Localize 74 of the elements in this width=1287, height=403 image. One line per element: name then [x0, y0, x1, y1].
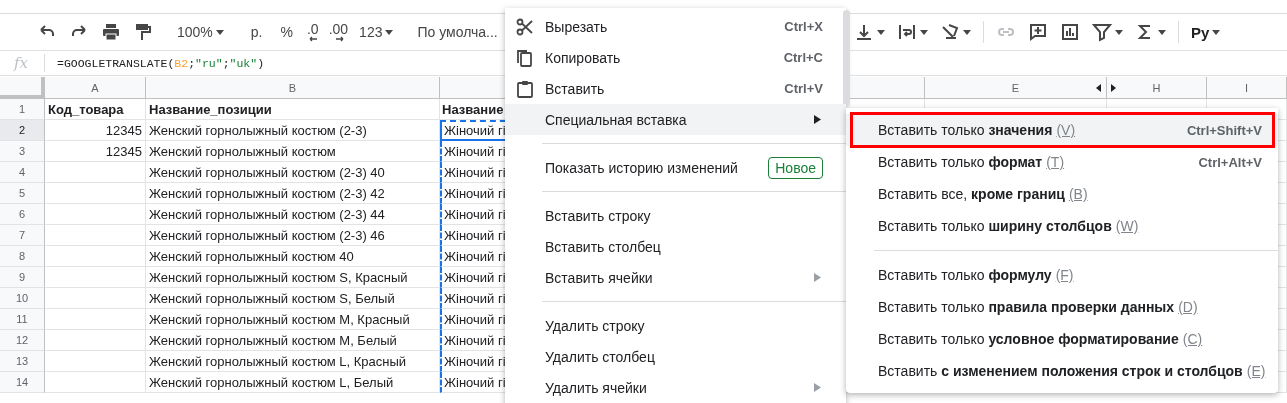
- number-format-dropdown[interactable]: 123: [355, 19, 398, 45]
- dropdown-caret-icon: [1158, 29, 1166, 35]
- table-cell: 12345: [45, 120, 146, 141]
- scrollbar-thumb[interactable]: [843, 10, 850, 106]
- menu-item[interactable]: Вырезать Ctrl+X: [505, 11, 846, 42]
- decrease-decimals-button[interactable]: .0: [303, 19, 322, 45]
- scissors-icon: [516, 18, 534, 36]
- input-tools-dropdown[interactable]: Ру: [1187, 19, 1225, 45]
- align-bottom-icon: [854, 22, 874, 42]
- table-cell: Женский горнолыжный костюм S, Белый: [146, 288, 440, 309]
- column-header[interactable]: A: [45, 77, 146, 99]
- table-cell: Женский горнолыжный костюм (2-3): [146, 120, 440, 141]
- table-cell: Женский горнолыжный костюм M, Красный: [146, 309, 440, 330]
- row-header[interactable]: 1: [0, 99, 45, 120]
- table-cell: 12345: [45, 141, 146, 162]
- dropdown-caret-icon: [963, 29, 971, 35]
- dropdown-caret-icon: [920, 29, 928, 35]
- arrow-icon: [334, 35, 344, 42]
- column-header[interactable]: E: [925, 77, 1107, 99]
- dropdown-caret-icon: [1212, 29, 1221, 35]
- row-header[interactable]: 5: [0, 183, 45, 204]
- add-comment-icon: [1028, 22, 1048, 42]
- dropdown-caret-icon: [215, 29, 224, 35]
- right-arrow-icon: [1111, 84, 1116, 92]
- table-cell: Женский горнолыжный костюм (2-3) 46: [146, 225, 440, 246]
- row-header[interactable]: 4: [0, 162, 45, 183]
- text-wrap-icon: [897, 22, 917, 42]
- new-badge: Новое: [768, 156, 823, 179]
- table-cell: Женский горнолыжный костюм L, Белый: [146, 372, 440, 393]
- table-cell: Женский горнолыжный костюм: [146, 141, 440, 162]
- menu-item[interactable]: Специальная вставка: [505, 104, 846, 135]
- dropdown-caret-icon: [385, 29, 394, 35]
- menu-item[interactable]: Вставить только значения (V) Ctrl+Shift+V: [846, 114, 1278, 146]
- column-header[interactable]: I: [1207, 77, 1287, 99]
- chart-icon: [1060, 22, 1080, 42]
- row-header[interactable]: 8: [0, 246, 45, 267]
- print-icon: [101, 22, 121, 42]
- row-header[interactable]: 14: [0, 372, 45, 393]
- table-cell: Женский горнолыжный костюм (2-3) 44: [146, 204, 440, 225]
- formula-input[interactable]: =GOOGLETRANSLATE(B2;"ru";"uk"): [55, 56, 267, 70]
- dropdown-caret-icon: [1115, 29, 1123, 35]
- paint-roller-icon: [133, 22, 153, 42]
- menu-item[interactable]: Копировать Ctrl+C: [505, 42, 846, 73]
- table-cell: Женский горнолыжный костюм L, Красный: [146, 351, 440, 372]
- row-header[interactable]: 6: [0, 204, 45, 225]
- formula-label: fx: [14, 54, 29, 72]
- copy-icon: [516, 49, 534, 67]
- row-header[interactable]: 13: [0, 351, 45, 372]
- text-rotate-icon: [940, 22, 960, 42]
- table-cell: Женский горнолыжный костюм S, Красный: [146, 267, 440, 288]
- table-cell: Женский горнолыжный костюм (2-3) 40: [146, 162, 440, 183]
- currency-button[interactable]: р.: [243, 19, 270, 45]
- table-cell: Женский горнолыжный костюм (2-3) 42: [146, 183, 440, 204]
- row-header[interactable]: 2: [0, 120, 45, 141]
- filter-icon: [1092, 22, 1112, 42]
- corner-cell[interactable]: [0, 77, 45, 99]
- column-header[interactable]: B: [146, 77, 440, 99]
- row-header[interactable]: 3: [0, 141, 45, 162]
- table-cell: Название_позиции: [146, 99, 440, 120]
- table-cell: Женский горнолыжный костюм M, Белый: [146, 330, 440, 351]
- table-cell: Код_товара: [45, 99, 146, 120]
- row-header[interactable]: 12: [0, 330, 45, 351]
- arrow-icon: [309, 35, 319, 42]
- zoom-dropdown[interactable]: 100%: [173, 19, 228, 45]
- percent-button[interactable]: %: [273, 19, 300, 45]
- table-cell: Женский горнолыжный костюм 40: [146, 246, 440, 267]
- row-header[interactable]: 10: [0, 288, 45, 309]
- left-arrow-icon: [1096, 84, 1101, 92]
- row-header[interactable]: 9: [0, 267, 45, 288]
- increase-decimals-button[interactable]: .00: [325, 19, 352, 45]
- dropdown-caret-icon: [877, 29, 885, 35]
- row-header[interactable]: 7: [0, 225, 45, 246]
- clipboard-icon: [516, 80, 534, 98]
- row-header[interactable]: 11: [0, 309, 45, 330]
